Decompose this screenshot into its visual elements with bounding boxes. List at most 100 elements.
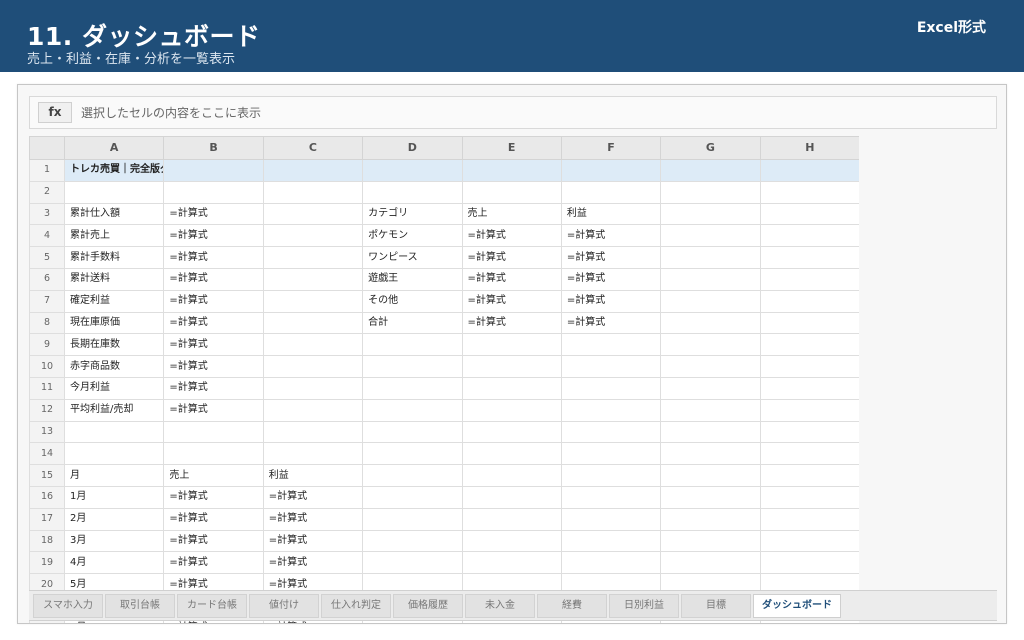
cell-g12[interactable] bbox=[660, 398, 761, 422]
cell-e5[interactable]: =計算式 bbox=[461, 246, 562, 269]
cell-e10[interactable] bbox=[461, 355, 562, 378]
cell-c11[interactable] bbox=[262, 376, 364, 400]
cell-f13[interactable] bbox=[560, 420, 662, 444]
cell-e4[interactable]: =計算式 bbox=[461, 224, 562, 248]
cell-d5[interactable]: ワンピース bbox=[362, 246, 463, 269]
cell-d9[interactable] bbox=[362, 333, 463, 357]
cell-a9[interactable]: 長期在庫数 bbox=[63, 333, 165, 357]
cell-c2[interactable] bbox=[262, 180, 364, 204]
cell-a14[interactable] bbox=[63, 442, 165, 466]
cell-h4[interactable] bbox=[759, 224, 859, 248]
cell-d18[interactable] bbox=[362, 529, 463, 553]
cell-f14[interactable] bbox=[560, 442, 662, 466]
cell-c3[interactable] bbox=[262, 202, 364, 226]
cell-c17[interactable]: =計算式 bbox=[262, 507, 364, 531]
sheet-tab[interactable]: 値付け bbox=[249, 593, 319, 618]
cell-f16[interactable] bbox=[560, 485, 662, 509]
cell-a16[interactable]: 1月 bbox=[63, 485, 165, 509]
row-header[interactable]: 18 bbox=[29, 529, 65, 553]
cell-f6[interactable]: =計算式 bbox=[560, 267, 662, 291]
cell-d14[interactable] bbox=[362, 442, 463, 466]
cell-a6[interactable]: 累計送料 bbox=[63, 267, 165, 291]
column-header-e[interactable]: E bbox=[461, 136, 562, 160]
cell-b6[interactable]: =計算式 bbox=[163, 267, 264, 291]
column-header-g[interactable]: G bbox=[660, 136, 761, 160]
cell-h15[interactable] bbox=[759, 464, 859, 487]
cell-c16[interactable]: =計算式 bbox=[262, 485, 364, 509]
row-header[interactable]: 16 bbox=[29, 485, 65, 509]
cell-h18[interactable] bbox=[759, 529, 859, 553]
cell-d10[interactable] bbox=[362, 355, 463, 378]
cell-c7[interactable] bbox=[262, 289, 364, 313]
cell-e2[interactable] bbox=[461, 180, 562, 204]
column-header-h[interactable]: H bbox=[759, 136, 859, 160]
cell-b11[interactable]: =計算式 bbox=[163, 376, 264, 400]
cell-e17[interactable] bbox=[461, 507, 562, 531]
cell-e14[interactable] bbox=[461, 442, 562, 466]
cell-b13[interactable] bbox=[163, 420, 264, 444]
cell-b19[interactable]: =計算式 bbox=[163, 551, 264, 575]
cell-b7[interactable]: =計算式 bbox=[163, 289, 264, 313]
cell-g3[interactable] bbox=[660, 202, 761, 226]
cell-a11[interactable]: 今月利益 bbox=[63, 376, 165, 400]
formula-bar[interactable]: fx 選択したセルの内容をここに表示 bbox=[29, 96, 997, 129]
cell-e11[interactable] bbox=[461, 376, 562, 400]
cell-g2[interactable] bbox=[660, 180, 761, 204]
cell-h7[interactable] bbox=[759, 289, 859, 313]
cell-g14[interactable] bbox=[660, 442, 761, 466]
row-header[interactable]: 15 bbox=[29, 464, 65, 487]
cell-f12[interactable] bbox=[560, 398, 662, 422]
cell-f8[interactable]: =計算式 bbox=[560, 311, 662, 335]
sheet-tab[interactable]: カード台帳 bbox=[177, 593, 247, 618]
cell-a3[interactable]: 累計仕入額 bbox=[63, 202, 165, 226]
cell-a17[interactable]: 2月 bbox=[63, 507, 165, 531]
cell-b2[interactable] bbox=[163, 180, 264, 204]
cell-h1[interactable] bbox=[759, 159, 859, 182]
cell-f3[interactable]: 利益 bbox=[560, 202, 662, 226]
cell-b5[interactable]: =計算式 bbox=[163, 246, 264, 269]
cell-h5[interactable] bbox=[759, 246, 859, 269]
select-all-corner[interactable] bbox=[29, 136, 65, 160]
cell-g18[interactable] bbox=[660, 529, 761, 553]
cell-b15[interactable]: 売上 bbox=[163, 464, 264, 487]
row-header[interactable]: 5 bbox=[29, 246, 65, 269]
row-header[interactable]: 9 bbox=[29, 333, 65, 357]
cell-e18[interactable] bbox=[461, 529, 562, 553]
cell-c5[interactable] bbox=[262, 246, 364, 269]
cell-g17[interactable] bbox=[660, 507, 761, 531]
cell-a12[interactable]: 平均利益/売却 bbox=[63, 398, 165, 422]
cell-h19[interactable] bbox=[759, 551, 859, 575]
cell-e8[interactable]: =計算式 bbox=[461, 311, 562, 335]
cell-h3[interactable] bbox=[759, 202, 859, 226]
cell-b14[interactable] bbox=[163, 442, 264, 466]
cell-c4[interactable] bbox=[262, 224, 364, 248]
cell-g13[interactable] bbox=[660, 420, 761, 444]
cell-a7[interactable]: 確定利益 bbox=[63, 289, 165, 313]
cell-h16[interactable] bbox=[759, 485, 859, 509]
column-header-f[interactable]: F bbox=[560, 136, 662, 160]
sheet-tab[interactable]: 経費 bbox=[537, 593, 607, 618]
cell-c6[interactable] bbox=[262, 267, 364, 291]
cell-f19[interactable] bbox=[560, 551, 662, 575]
cell-a4[interactable]: 累計売上 bbox=[63, 224, 165, 248]
cell-f7[interactable]: =計算式 bbox=[560, 289, 662, 313]
cell-e15[interactable] bbox=[461, 464, 562, 487]
row-header[interactable]: 10 bbox=[29, 355, 65, 378]
row-header[interactable]: 3 bbox=[29, 202, 65, 226]
cell-d13[interactable] bbox=[362, 420, 463, 444]
row-header[interactable]: 4 bbox=[29, 224, 65, 248]
row-header[interactable]: 19 bbox=[29, 551, 65, 575]
cell-b8[interactable]: =計算式 bbox=[163, 311, 264, 335]
row-header[interactable]: 11 bbox=[29, 376, 65, 400]
column-header-c[interactable]: C bbox=[262, 136, 364, 160]
cell-d15[interactable] bbox=[362, 464, 463, 487]
cell-c13[interactable] bbox=[262, 420, 364, 444]
cell-e19[interactable] bbox=[461, 551, 562, 575]
cell-a19[interactable]: 4月 bbox=[63, 551, 165, 575]
sheet-tab[interactable]: 価格履歴 bbox=[393, 593, 463, 618]
cell-a8[interactable]: 現在庫原価 bbox=[63, 311, 165, 335]
cell-e6[interactable]: =計算式 bbox=[461, 267, 562, 291]
sheet-tab[interactable]: 取引台帳 bbox=[105, 593, 175, 618]
cell-c9[interactable] bbox=[262, 333, 364, 357]
row-header[interactable]: 1 bbox=[29, 159, 65, 182]
